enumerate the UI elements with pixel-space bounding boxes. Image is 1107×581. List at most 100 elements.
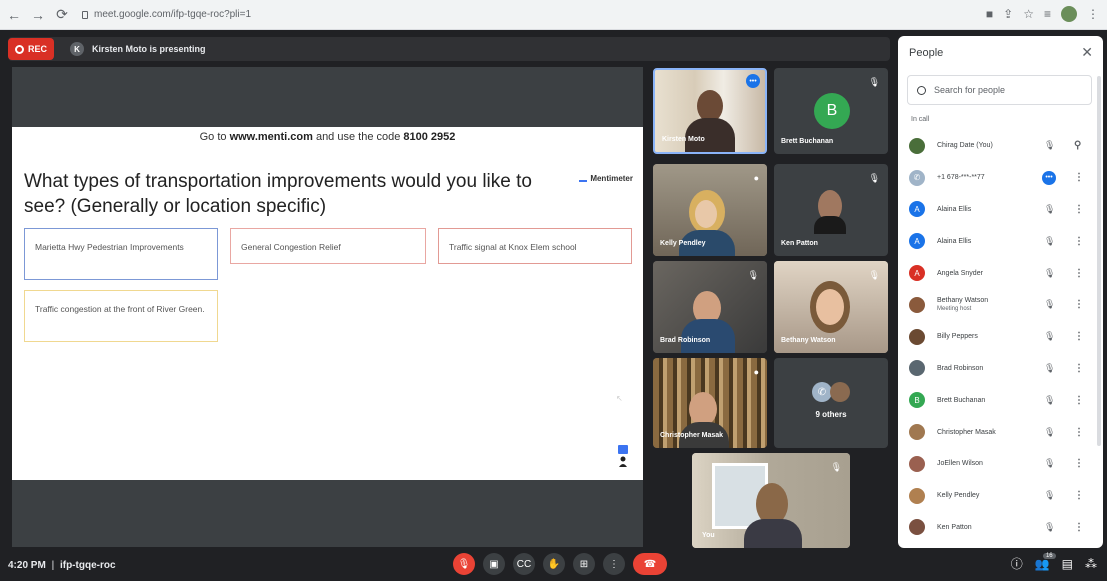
participant-name-text: Brad Robinson	[937, 364, 984, 372]
meeting-info: 4:20 PM | ifp-tgqe-roc	[8, 560, 116, 571]
mic-off-icon[interactable]: 🎙	[1044, 490, 1055, 501]
mic-off-icon[interactable]: 🎙	[1044, 522, 1055, 533]
participant-name: Brad Robinson	[937, 364, 983, 373]
mic-off-icon[interactable]: 🎙	[1044, 395, 1055, 406]
participant-name-text: Kelly Pendley	[937, 492, 980, 500]
menu-dots-icon[interactable]: ⋮	[1087, 7, 1099, 21]
tile-name: Brad Robinson	[660, 337, 711, 344]
participant-row[interactable]: Ken Patton 🎙 ⋮	[898, 512, 1103, 544]
self-video-tile[interactable]: 🎙 You	[692, 453, 850, 548]
raise-hand-button[interactable]: ✋	[543, 553, 565, 575]
info-icon[interactable]: ⓘ	[1011, 555, 1023, 572]
more-options-icon[interactable]: ⋮	[1074, 395, 1084, 406]
mic-off-icon[interactable]: 🎙	[1044, 236, 1055, 247]
more-options-icon[interactable]: ⋮	[1074, 522, 1084, 533]
video-tile[interactable]: 🎙 Bethany Watson	[774, 261, 888, 353]
participant-photo	[681, 319, 735, 353]
people-button[interactable]: 👥 16	[1035, 552, 1056, 571]
back-arrow-icon[interactable]: ←	[4, 5, 24, 25]
record-icon	[15, 44, 24, 54]
more-options-icon[interactable]: ⋮	[1074, 458, 1084, 469]
participant-row[interactable]: A Alaina Ellis 🎙 ⋮	[898, 194, 1103, 226]
participant-row[interactable]: Billy Peppers 🎙 ⋮	[898, 321, 1103, 353]
more-options-icon[interactable]: ⋮	[1074, 331, 1084, 342]
mic-off-icon: 🎙	[747, 270, 759, 280]
speaking-indicator-icon: •••	[1042, 170, 1056, 185]
participant-photo	[909, 455, 925, 472]
profile-avatar[interactable]	[1061, 6, 1077, 22]
slide-question: What types of transportation improvement…	[24, 171, 532, 217]
tile-name: Brett Buchanan	[781, 138, 834, 145]
forward-arrow-icon[interactable]: →	[28, 5, 48, 25]
participant-row[interactable]: ✆ +1 678-***-**77 ••• ⋮	[898, 162, 1103, 194]
mentimeter-logo: Mentimeter	[579, 174, 633, 183]
more-options-icon[interactable]: ⋮	[1074, 268, 1084, 279]
more-options-icon[interactable]: ⋮	[1074, 299, 1084, 310]
address-bar[interactable]: meet.google.com/ifp-tgqe-roc?pli=1	[82, 9, 251, 20]
mic-off-icon[interactable]: 🎙	[1044, 140, 1055, 151]
more-options-icon[interactable]: ⋮	[1074, 427, 1084, 438]
reload-icon[interactable]: ⟳	[52, 5, 72, 25]
video-tile[interactable]: 🎙 Ken Patton	[774, 164, 888, 256]
leave-call-button[interactable]: ☎	[633, 553, 667, 575]
participant-photo	[909, 519, 925, 536]
mic-off-icon[interactable]: 🎙	[1044, 363, 1055, 374]
share-icon[interactable]: ⇪	[1003, 7, 1013, 21]
more-options-icon[interactable]: ⋮	[1074, 236, 1084, 247]
participant-photo	[744, 519, 802, 548]
more-options-icon[interactable]: ⋮	[1074, 363, 1084, 374]
phone-avatar-icon: ✆	[812, 382, 832, 402]
close-icon[interactable]: ✕	[1081, 44, 1093, 61]
browser-toolbar: ← → ⟳ meet.google.com/ifp-tgqe-roc?pli=1…	[0, 0, 1107, 30]
mic-off-icon[interactable]: 🎙	[1044, 204, 1055, 215]
star-icon[interactable]: ☆	[1023, 7, 1034, 21]
activities-icon[interactable]: ⁂	[1085, 557, 1097, 571]
extensions-icon[interactable]: ≡	[1044, 7, 1051, 21]
video-tile[interactable]: ••• Kirsten Moto	[653, 68, 767, 154]
mic-off-icon[interactable]: 🎙	[1044, 299, 1055, 310]
video-tile[interactable]: 🎙 Brad Robinson	[653, 261, 767, 353]
people-panel: People ✕ Search for people In call Chira…	[898, 36, 1103, 548]
mic-off-icon[interactable]: 🎙	[1044, 331, 1055, 342]
more-options-icon[interactable]: ⋮	[1074, 490, 1084, 501]
participant-row[interactable]: Kelly Pendley 🎙 ⋮	[898, 480, 1103, 512]
participant-name-text: Christopher Masak	[937, 428, 996, 436]
others-tile[interactable]: ✆ 9 others	[774, 358, 888, 448]
video-tile[interactable]: ● Kelly Pendley	[653, 164, 767, 256]
participant-row[interactable]: B Brett Buchanan 🎙 ⋮	[898, 384, 1103, 416]
more-options-icon[interactable]: •••	[746, 74, 760, 88]
mic-off-icon[interactable]: 🎙	[1044, 268, 1055, 279]
chat-icon[interactable]: ▤	[1062, 557, 1073, 571]
participant-row[interactable]: JoEllen Wilson 🎙 ⋮	[898, 448, 1103, 480]
camera-icon[interactable]: ■	[986, 7, 993, 21]
pin-icon[interactable]: ⚲	[1074, 140, 1081, 151]
more-options-button[interactable]: ⋮	[603, 553, 625, 575]
participant-row[interactable]: Brad Robinson 🎙 ⋮	[898, 353, 1103, 385]
search-input[interactable]: Search for people	[907, 75, 1092, 105]
participant-photo	[689, 392, 717, 426]
mic-off-icon[interactable]: 🎙	[1044, 427, 1055, 438]
participant-row[interactable]: Bethany Watson Meeting host 🎙 ⋮	[898, 289, 1103, 321]
participant-photo	[909, 296, 925, 313]
more-options-icon[interactable]: ⋮	[1074, 204, 1084, 215]
tile-name: Ken Patton	[781, 240, 818, 247]
mic-off-icon[interactable]: 🎙	[1044, 458, 1055, 469]
camera-toggle-button[interactable]: ▣	[483, 553, 505, 575]
captions-button[interactable]: CC	[513, 553, 535, 575]
mic-toggle-button[interactable]: 🎙	[453, 553, 475, 575]
video-tile[interactable]: 🎙 B Brett Buchanan	[774, 68, 888, 154]
video-tile[interactable]: ● Christopher Masak	[653, 358, 767, 448]
present-button[interactable]: ⊞	[573, 553, 595, 575]
participant-row[interactable]: Chirag Date (You) 🎙 ⚲	[898, 130, 1103, 162]
search-icon	[917, 85, 926, 95]
scrollbar[interactable]	[1097, 76, 1101, 446]
participant-row[interactable]: Christopher Masak 🎙 ⋮	[898, 416, 1103, 448]
response-card: General Congestion Relief	[230, 228, 426, 264]
more-options-icon[interactable]: ⋮	[1074, 172, 1084, 183]
response-card: Traffic signal at Knox Elem school	[438, 228, 632, 264]
participant-row[interactable]: A Alaina Ellis 🎙 ⋮	[898, 225, 1103, 257]
section-label: In call	[911, 116, 930, 123]
mentimeter-brand: Mentimeter	[590, 174, 633, 183]
participant-row[interactable]: A Angela Snyder 🎙 ⋮	[898, 257, 1103, 289]
participant-photo	[814, 216, 846, 234]
